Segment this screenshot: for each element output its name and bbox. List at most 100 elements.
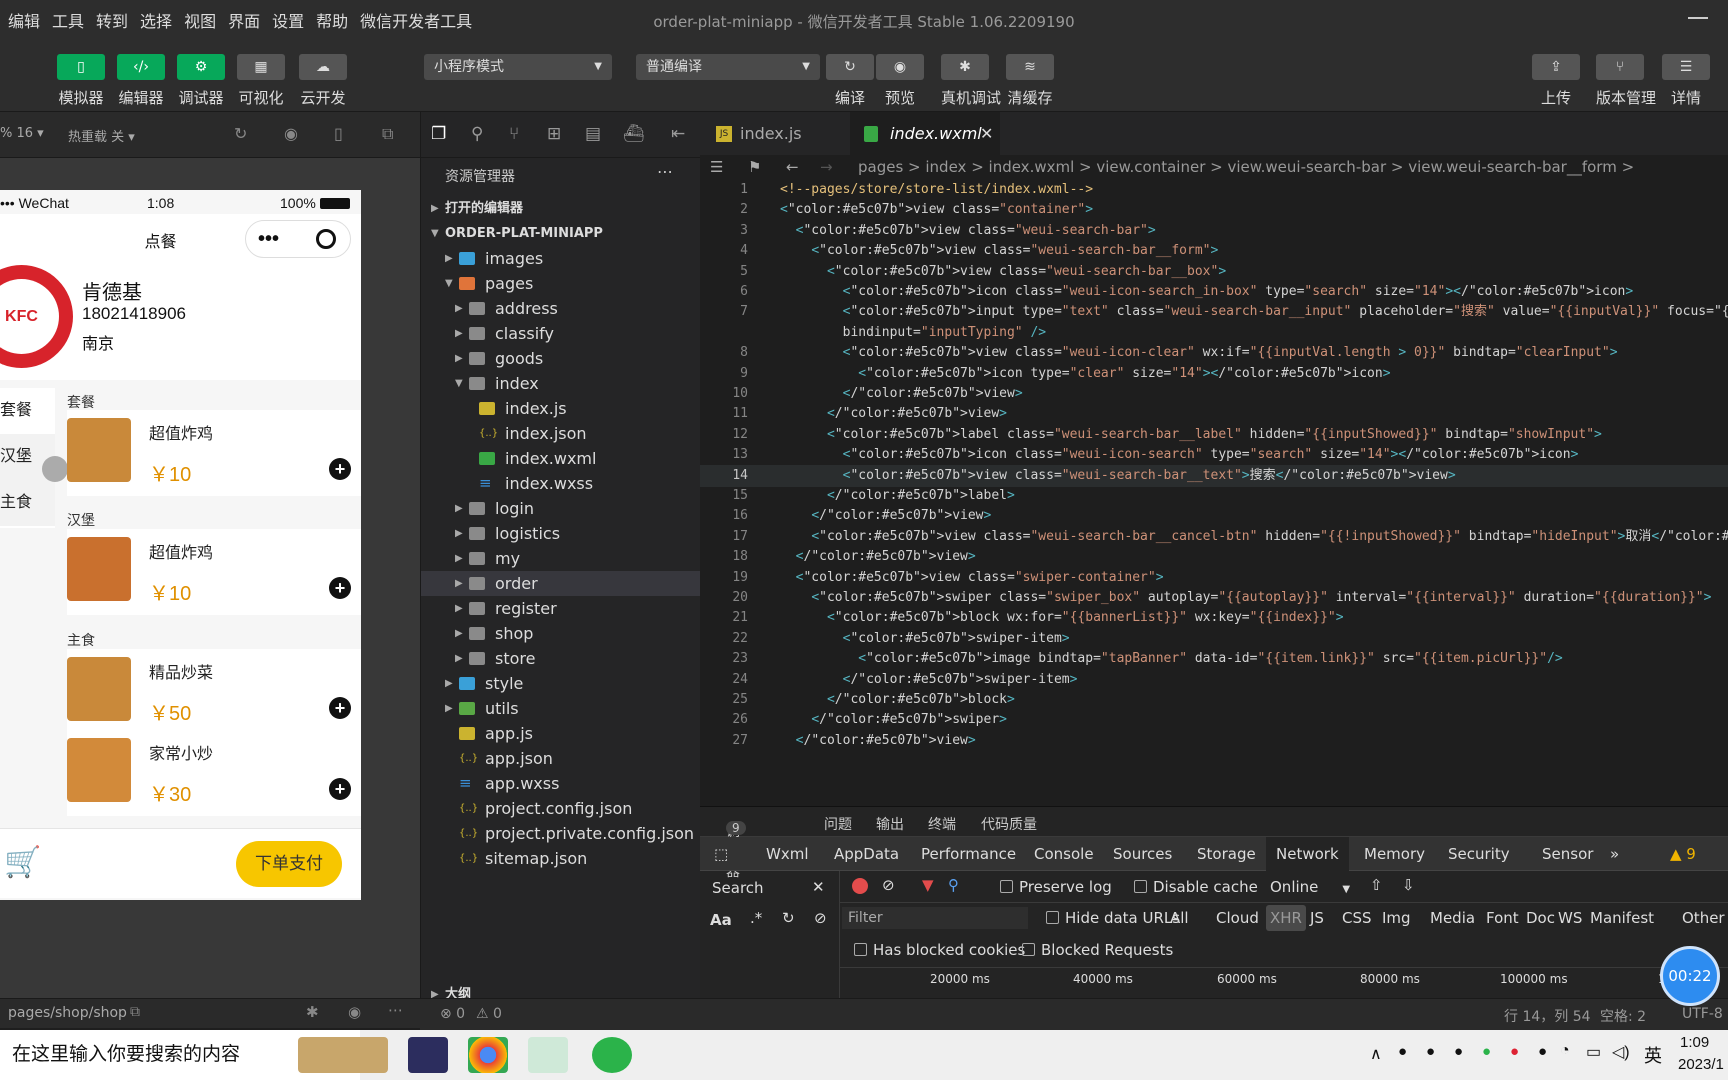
code-line[interactable]: 15 </"color:#e5c07b">label> [700, 485, 1728, 507]
type-css[interactable]: CSS [1342, 909, 1372, 927]
regex-icon[interactable]: .* [750, 909, 762, 927]
product-item[interactable]: 超值炸鸡 ￥10 + [67, 410, 361, 496]
details-button[interactable]: ☰ 详情 [1662, 54, 1710, 108]
code-line[interactable]: bindinput="inputTyping" /> [700, 322, 1728, 344]
panel-appdata[interactable]: AppData [834, 845, 899, 863]
search-icon[interactable]: ⚲ [948, 876, 959, 894]
tree-item-shop[interactable]: ▶ shop [421, 621, 701, 646]
category-item[interactable]: 套餐 [0, 388, 55, 434]
encoding[interactable]: UTF-8 [1682, 1006, 1723, 1022]
code-line[interactable]: 21 <"color:#e5c07b">block wx:for="{{bann… [700, 607, 1728, 629]
compile-button[interactable]: ↻ 编译 [826, 54, 874, 108]
type-img[interactable]: Img [1382, 909, 1411, 927]
import-icon[interactable]: ⇧ [1370, 876, 1383, 894]
files-icon[interactable]: ❐ [431, 124, 446, 144]
add-icon[interactable]: + [329, 697, 351, 719]
tree-item-project-config-json[interactable]: {..} project.config.json [421, 796, 701, 821]
bookmark-icon[interactable]: ⚑ [748, 155, 761, 179]
code-line[interactable]: 3 <"color:#e5c07b">view class="weui-sear… [700, 220, 1728, 242]
export-icon[interactable]: ⇩ [1402, 876, 1415, 894]
clear-icon[interactable]: ⊘ [814, 909, 827, 927]
tree-item-project-private-config-json[interactable]: {..} project.private.config.json [421, 821, 701, 846]
debugger-button[interactable]: ⚙ 调试器 [177, 54, 225, 108]
cloud-button[interactable]: ☁ 云开发 [299, 54, 347, 108]
code-line[interactable]: 7 <"color:#e5c07b">input type="text" cla… [700, 301, 1728, 323]
mode-select[interactable]: 小程序模式 ▼ [424, 54, 612, 80]
code-line[interactable]: 5 <"color:#e5c07b">view class="weui-sear… [700, 261, 1728, 283]
type-cloud[interactable]: Cloud [1216, 909, 1259, 927]
panel-console[interactable]: Console [1034, 845, 1094, 863]
tree-item-app-wxss[interactable]: ≡ app.wxss [421, 771, 701, 796]
code-line[interactable]: 24 </"color:#e5c07b">swiper-item> [700, 669, 1728, 691]
stop-icon[interactable]: ◉ [284, 124, 298, 143]
tree-item-login[interactable]: ▶ login [421, 496, 701, 521]
type-xhr[interactable]: XHR [1266, 905, 1306, 931]
refresh-icon[interactable]: ↻ [234, 124, 247, 143]
code-line[interactable]: 16 </"color:#e5c07b">view> [700, 505, 1728, 527]
close-icon[interactable]: ✕ [980, 112, 993, 155]
tree-item-logistics[interactable]: ▶ logistics [421, 521, 701, 546]
type-doc[interactable]: Doc [1526, 909, 1555, 927]
tab-output[interactable]: 输出 [876, 814, 904, 834]
tree-item-app-js[interactable]: app.js [421, 721, 701, 746]
panel-memory[interactable]: Memory [1364, 845, 1425, 863]
panel-storage[interactable]: Storage [1197, 845, 1256, 863]
breadcrumb-path[interactable]: pages > index > index.wxml > view.contai… [858, 155, 1634, 179]
blocked-requests-checkbox[interactable]: Blocked Requests [1022, 941, 1173, 959]
tree-item-images[interactable]: ▶ images [421, 246, 701, 271]
code-line[interactable]: 18 </"color:#e5c07b">view> [700, 546, 1728, 568]
tab-terminal[interactable]: 终端 [928, 814, 956, 834]
panel-security[interactable]: Security [1448, 845, 1510, 863]
back-icon[interactable]: ← [786, 155, 799, 179]
disable-cache-checkbox[interactable]: Disable cache [1134, 878, 1258, 896]
inspect-icon[interactable]: ⬚ [714, 845, 728, 863]
tree-item-utils[interactable]: ▶ utils [421, 696, 701, 721]
list-icon[interactable]: ☰ [710, 155, 723, 179]
code-line[interactable]: 11 </"color:#e5c07b">view> [700, 403, 1728, 425]
category-item[interactable]: 主食 [0, 480, 55, 526]
tree-item-index-js[interactable]: index.js [421, 396, 701, 421]
code-line[interactable]: 10 </"color:#e5c07b">view> [700, 383, 1728, 405]
tree-item-register[interactable]: ▶ register [421, 596, 701, 621]
code-line[interactable]: 22 <"color:#e5c07b">swiper-item> [700, 628, 1728, 650]
panel-sources[interactable]: Sources [1113, 845, 1172, 863]
qq-icon[interactable]: ● [1398, 1043, 1407, 1060]
refresh-icon[interactable]: ↻ [782, 909, 795, 927]
code-line[interactable]: 17 <"color:#e5c07b">view class="weui-sea… [700, 526, 1728, 548]
project-section[interactable]: ▼ ORDER-PLAT-MINIAPP [421, 221, 701, 246]
code-line[interactable]: 8 <"color:#e5c07b">view class="weui-icon… [700, 342, 1728, 364]
extensions-icon[interactable]: ⊞ [547, 124, 561, 144]
app-tray-icon[interactable]: ● [1538, 1043, 1547, 1060]
tree-item-index[interactable]: ▼ index [421, 371, 701, 396]
add-icon[interactable]: + [329, 458, 351, 480]
visual-button[interactable]: ▦ 可视化 [237, 54, 285, 108]
compile-mode-select[interactable]: 普通编译 ▼ [636, 54, 820, 80]
code-lines[interactable]: 1 <!--pages/store/store-list/index.wxml--… [700, 179, 1728, 806]
code-line[interactable]: 6 <"color:#e5c07b">icon class="weui-icon… [700, 281, 1728, 303]
tree-item-index-wxml[interactable]: index.wxml [421, 446, 701, 471]
clear-log-icon[interactable]: ⊘ [882, 876, 895, 894]
volume-icon[interactable]: ◁) [1612, 1042, 1630, 1062]
preserve-log-checkbox[interactable]: Preserve log [1000, 878, 1112, 896]
ime-indicator[interactable]: 英 [1644, 1042, 1662, 1068]
panel-performance[interactable]: Performance [921, 845, 1016, 863]
tab-index-wxml[interactable]: index.wxml ✕ [850, 112, 1000, 155]
more-icon[interactable]: ⋯ [388, 1001, 403, 1019]
code-line[interactable]: 4 <"color:#e5c07b">view class="weui-sear… [700, 240, 1728, 262]
type-manifest[interactable]: Manifest [1590, 909, 1654, 927]
clock-time[interactable]: 1:09 [1680, 1034, 1709, 1051]
capsule-button[interactable]: ••• [245, 220, 351, 258]
popout-icon[interactable]: ⧉ [382, 124, 393, 144]
search-icon[interactable]: ⚲ [471, 124, 483, 144]
type-other[interactable]: Other [1682, 909, 1725, 927]
tab-quality[interactable]: 代码质量 [981, 814, 1037, 834]
simulator-button[interactable]: ▯ 模拟器 [57, 54, 105, 108]
eclipse-icon[interactable] [408, 1037, 448, 1073]
hot-reload-select[interactable]: 热重载 关 ▾ [68, 126, 135, 145]
code-line[interactable]: 23 <"color:#e5c07b">image bindtap="tapBa… [700, 648, 1728, 670]
editor-button[interactable]: ‹/› 编辑器 [117, 54, 165, 108]
tab-index-js[interactable]: JS index.js [700, 112, 848, 155]
battery-icon[interactable]: ▭ [1586, 1042, 1601, 1062]
open-editors-section[interactable]: ▶ 打开的编辑器 [421, 196, 701, 221]
device-icon[interactable]: ▯ [334, 124, 343, 143]
